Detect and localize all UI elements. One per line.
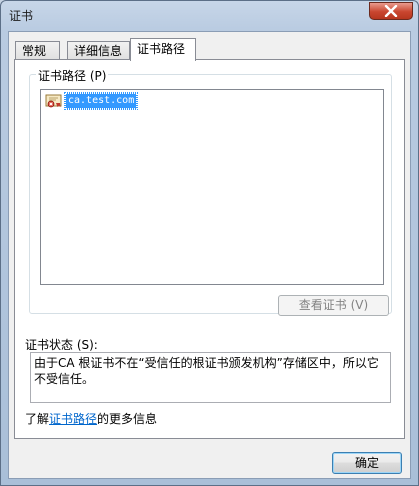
tab-certification-path[interactable]: 证书路径 [130,38,196,61]
learn-more-text: 了解证书路径的更多信息 [25,410,157,427]
certificate-status-label: 证书状态 (S): [25,338,98,352]
tab-general-label: 常规 [22,44,47,58]
certification-path-link[interactable]: 证书路径 [49,412,97,426]
view-certificate-button[interactable]: 查看证书 (V) [278,295,389,316]
learn-more-suffix: 的更多信息 [97,412,158,426]
ok-button[interactable]: 确定 [332,452,402,474]
tab-certification-path-label: 证书路径 [137,42,186,56]
close-button[interactable] [369,2,413,20]
tree-item[interactable]: ca.test.com [45,92,139,110]
dialog-client-area: 常规 详细信息 证书路径 证书路径 (P) ca.test.com 查看证书 (… [8,31,411,479]
certification-path-group: 证书路径 (P) ca.test.com 查看证书 (V) [29,67,392,316]
certificate-dialog: 证书 常规 详细信息 证书路径 证书路径 (P) ca.test.com 查看证… [0,0,419,486]
certification-path-page: 证书路径 (P) ca.test.com 查看证书 (V) 证书状态 (S): … [14,59,405,439]
tab-general[interactable]: 常规 [15,41,60,60]
tab-details-label: 详细信息 [74,44,123,58]
certification-path-group-label: 证书路径 (P) [36,67,109,84]
title-bar[interactable]: 证书 [1,1,418,31]
certificate-error-icon [45,94,62,108]
tab-details[interactable]: 详细信息 [67,41,130,60]
window-title: 证书 [9,9,34,23]
certificate-status-message: 由于CA 根证书不在“受信任的根证书颁发机构”存储区中，所以它不受信任。 [34,356,379,386]
learn-more-prefix: 了解 [25,412,50,426]
ok-button-label: 确定 [354,456,379,470]
certificate-status-text[interactable]: 由于CA 根证书不在“受信任的根证书颁发机构”存储区中，所以它不受信任。 [30,352,391,403]
close-icon [384,5,398,17]
view-certificate-label: 查看证书 (V) [298,298,369,312]
certification-path-tree[interactable]: ca.test.com [40,89,384,285]
tree-item-label: ca.test.com [63,92,139,110]
